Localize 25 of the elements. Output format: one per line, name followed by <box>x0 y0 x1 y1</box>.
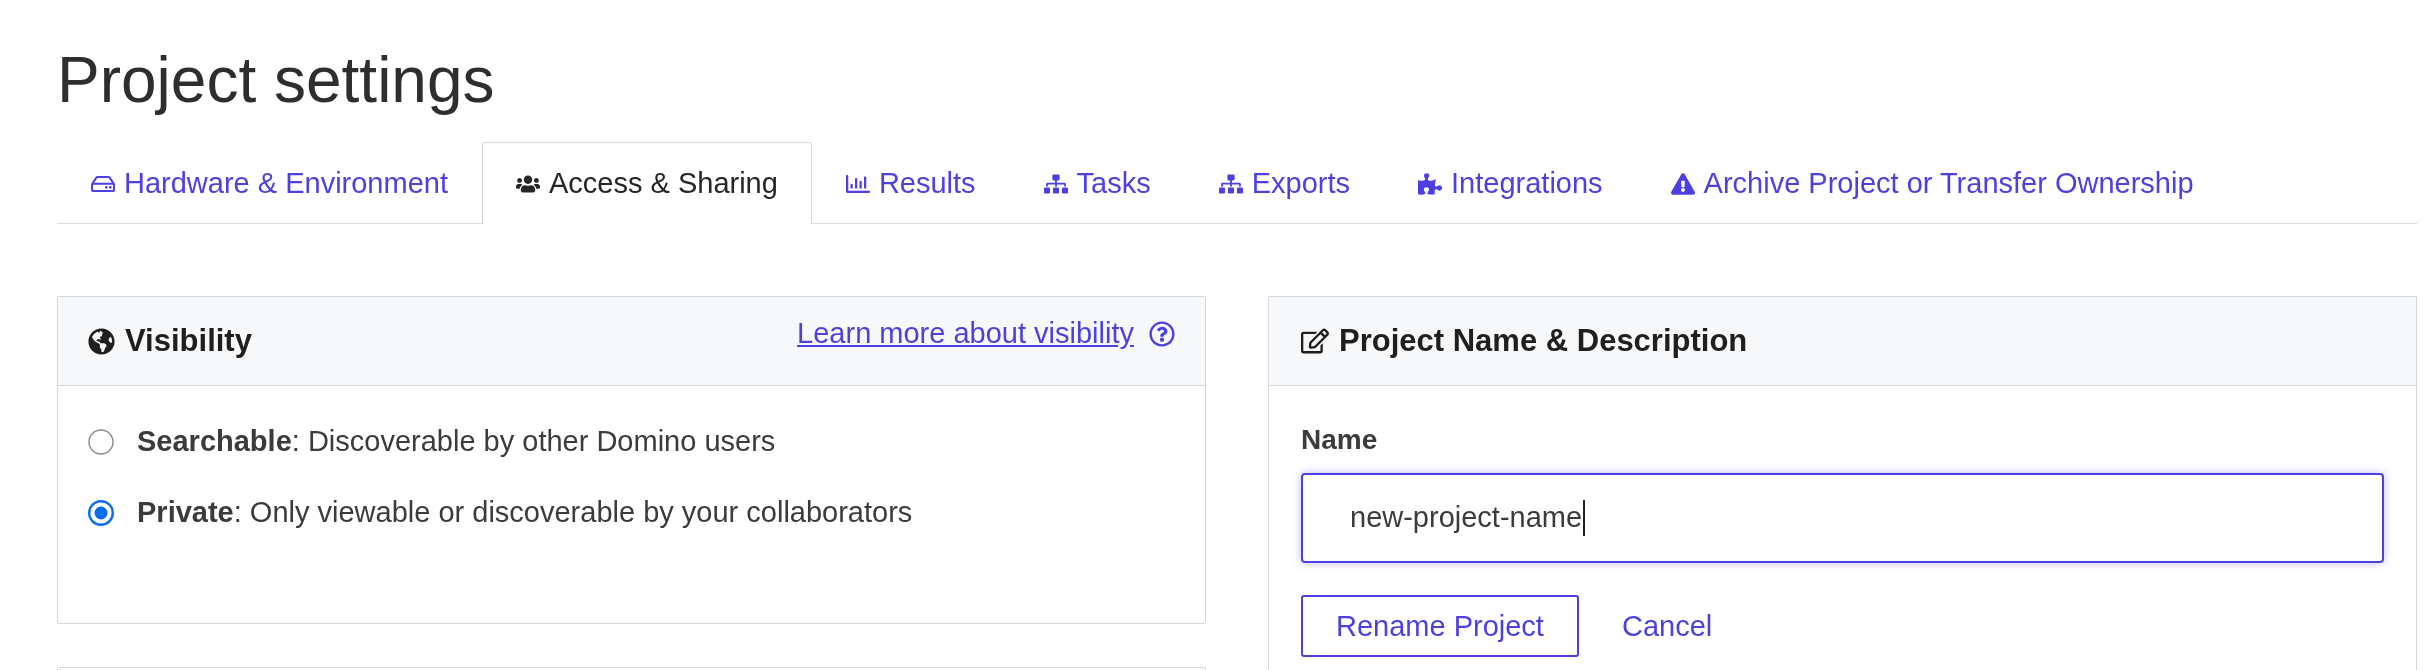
tab[interactable]: Access & Sharing <box>482 142 812 224</box>
help-icon[interactable] <box>1149 321 1175 347</box>
panel-title: Project Name & Description <box>1339 321 1748 360</box>
tab[interactable]: Tasks <box>1009 142 1185 224</box>
puzzle-piece-icon <box>1418 171 1443 196</box>
warning-icon <box>1670 171 1695 196</box>
rename-project-button[interactable]: Rename Project <box>1301 595 1579 657</box>
tab[interactable]: Results <box>811 142 1010 224</box>
name-input[interactable]: new-project-name <box>1301 473 2384 563</box>
globe-icon <box>88 327 115 355</box>
option-label: Searchable: Discoverable by other Domino users <box>137 424 776 460</box>
panel-title: Visibility <box>125 321 252 360</box>
learn-more-link[interactable]: Learn more about visibility <box>797 312 1134 356</box>
option-label: Private: Only viewable or discoverable by your collaborators <box>137 495 913 531</box>
hierarchy-icon <box>1218 171 1243 196</box>
tab[interactable]: Exports <box>1184 142 1385 224</box>
tab[interactable]: Integrations <box>1384 142 1637 224</box>
hierarchy-icon <box>1043 171 1068 196</box>
radio-button[interactable] <box>88 500 114 526</box>
radio-button[interactable] <box>88 429 114 455</box>
text-caret-icon <box>1583 500 1586 536</box>
tab[interactable]: Hardware & Environment <box>57 142 482 224</box>
cancel-link[interactable]: Cancel <box>1621 609 1713 643</box>
field-label: Name <box>1301 424 1378 456</box>
tab[interactable]: Archive Project or Transfer Ownership <box>1636 142 2228 224</box>
